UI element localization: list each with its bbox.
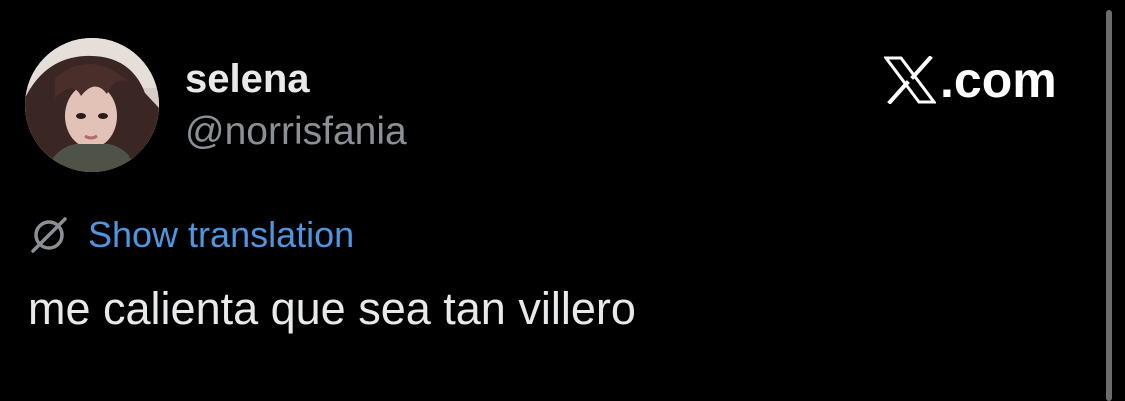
show-translation-link[interactable]: Show translation [88, 213, 354, 257]
scrollbar[interactable] [1106, 10, 1112, 401]
avatar[interactable] [25, 38, 159, 172]
x-logo-icon [884, 56, 936, 104]
post-text: me calienta que sea tan villero [28, 283, 636, 334]
globe-slash-icon [31, 217, 67, 253]
display-name[interactable]: selena [185, 55, 310, 103]
avatar-photo [25, 38, 159, 172]
show-translation-row[interactable]: Show translation [30, 213, 354, 257]
brand-watermark: .com [884, 52, 1057, 108]
user-handle[interactable]: @norrisfania [185, 108, 407, 156]
brand-label: .com [940, 52, 1057, 108]
